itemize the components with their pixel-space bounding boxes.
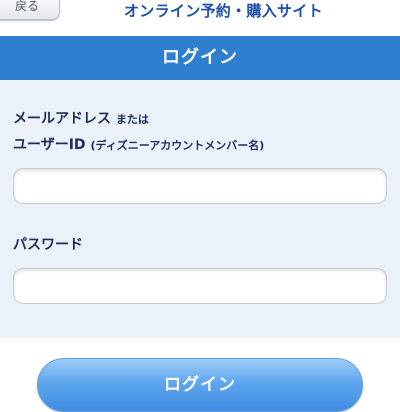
page-title: ログイン xyxy=(162,47,238,68)
userid-label-main: ユーザーID xyxy=(13,137,86,153)
userid-label: ユーザーID (ディズニーアカウントメンバー名) xyxy=(13,134,264,154)
site-title: オンライン予約・購入サイト xyxy=(124,2,323,20)
email-field[interactable] xyxy=(13,168,387,204)
email-label: メールアドレス または xyxy=(13,108,149,128)
login-form: メールアドレス または ユーザーID (ディズニーアカウントメンバー名) パスワ… xyxy=(0,80,400,338)
email-label-or: または xyxy=(115,113,149,126)
login-header: ログイン xyxy=(0,36,400,90)
email-label-main: メールアドレス xyxy=(13,111,111,127)
login-button[interactable]: ログイン xyxy=(37,358,363,412)
top-bar: 戻る オンライン予約・購入サイト xyxy=(0,0,400,36)
userid-label-note: (ディズニーアカウントメンバー名) xyxy=(90,139,265,152)
password-field[interactable] xyxy=(13,268,387,304)
password-label: パスワード xyxy=(13,237,83,253)
back-button[interactable]: 戻る xyxy=(0,0,60,20)
